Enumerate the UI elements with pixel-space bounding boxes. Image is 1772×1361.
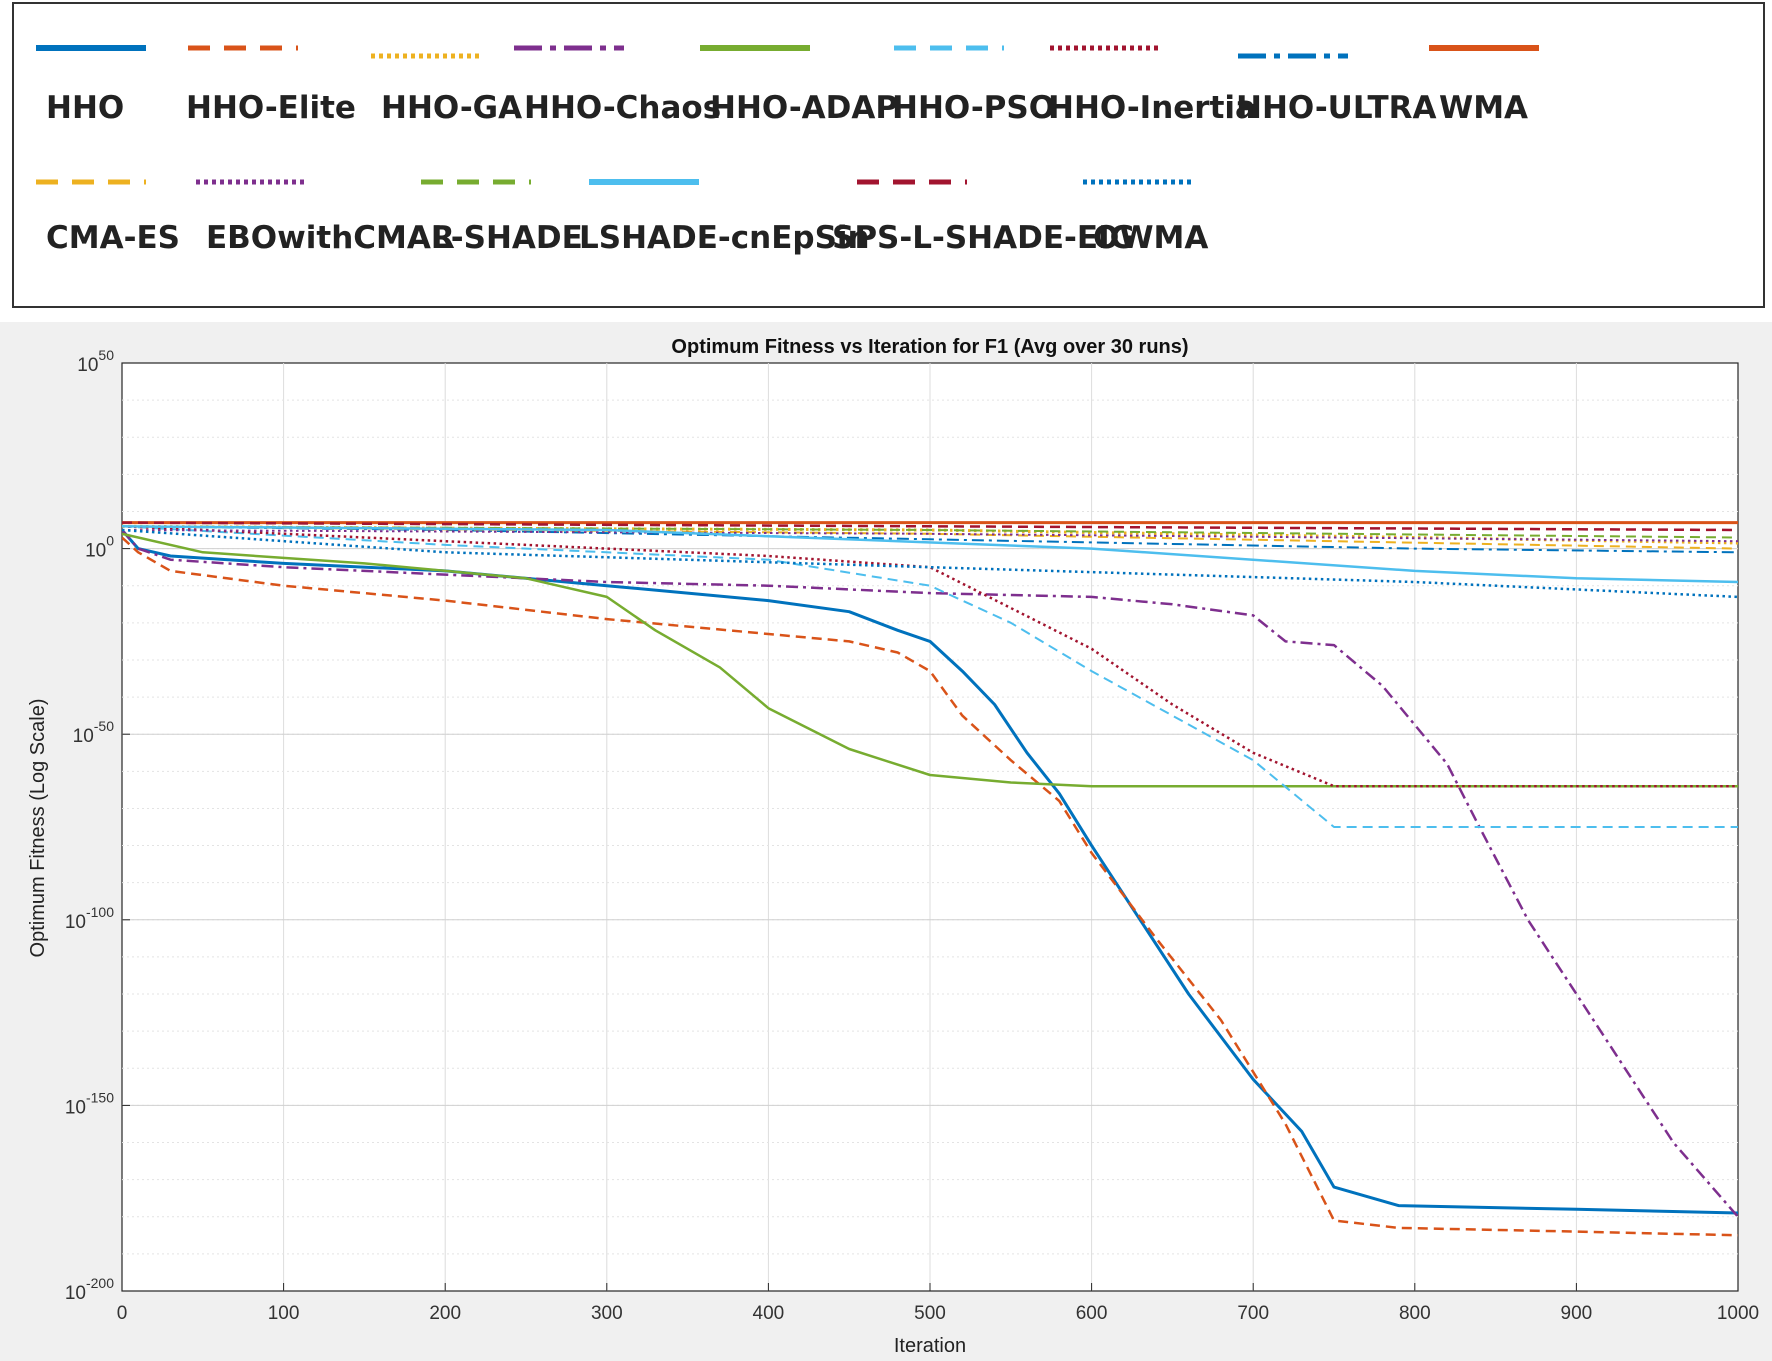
x-tick-label: 400	[753, 1303, 785, 1324]
x-tick-label: 100	[268, 1303, 300, 1324]
y-tick-exponent: -100	[86, 904, 114, 920]
x-tick-label: 0	[117, 1303, 128, 1324]
legend-label: SPS-L-SHADE-EIG	[832, 220, 1136, 256]
x-tick-label: 1000	[1717, 1303, 1759, 1324]
legend-line-sample	[196, 179, 306, 185]
y-tick-exponent: -150	[86, 1089, 114, 1105]
legend-label: LSHADE-cnEpSin	[579, 220, 870, 256]
legend-label: HHO-Inertia	[1048, 90, 1256, 126]
y-tick-exponent: -50	[94, 718, 114, 734]
legend-label: CMA-ES	[46, 220, 180, 256]
y-tick-label: 10-150	[65, 1089, 114, 1118]
legend-line-sample	[700, 45, 810, 51]
x-tick-label: 500	[914, 1303, 946, 1324]
chart-title: Optimum Fitness vs Iteration for F1 (Avg…	[671, 336, 1188, 358]
legend: HHO HHO-Elite HHO-GA HHO-Chaos HHO-ADAP HHO-P…	[12, 2, 1765, 308]
legend-line-sample	[857, 179, 967, 185]
legend-label: HHO-PSO	[892, 90, 1056, 126]
legend-line-sample	[1238, 53, 1348, 59]
legend-line-sample	[514, 45, 624, 51]
y-tick-exponent: -200	[86, 1275, 114, 1291]
legend-label: HHO-ADAP	[710, 90, 899, 126]
legend-line-sample	[1083, 179, 1193, 185]
y-tick-base: 10	[85, 541, 106, 562]
y-tick-base: 10	[65, 1097, 86, 1118]
y-tick-exponent: 50	[98, 347, 114, 363]
x-tick-label: 700	[1237, 1303, 1269, 1324]
legend-label: WMA	[1439, 90, 1529, 126]
y-tick-exponent: 0	[106, 533, 114, 549]
x-axis-title: Iteration	[894, 1335, 966, 1357]
x-tick-label: 200	[429, 1303, 461, 1324]
y-tick-label: 10-50	[73, 718, 115, 747]
legend-label: EBOwithCMAR	[206, 220, 455, 256]
y-axis-title: Optimum Fitness (Log Scale)	[27, 699, 49, 958]
legend-label: L-SHADE	[431, 220, 583, 256]
plot-panel: Optimum Fitness vs Iteration for F1 (Avg…	[0, 322, 1772, 1361]
legend-line-sample	[421, 179, 531, 185]
y-tick-base: 10	[65, 1283, 86, 1304]
legend-label: HHO-Chaos	[524, 90, 722, 126]
legend-label: HHO-Elite	[186, 90, 356, 126]
legend-line-sample	[1429, 45, 1539, 51]
x-tick-label: 600	[1076, 1303, 1108, 1324]
legend-line-sample	[894, 45, 1004, 51]
legend-label: HHO	[46, 90, 125, 126]
legend-line-sample	[36, 179, 146, 185]
y-tick-base: 10	[77, 355, 98, 376]
chart: Optimum Fitness vs Iteration for F1 (Avg…	[27, 336, 1759, 1357]
legend-line-sample	[371, 53, 481, 59]
legend-label: OWMA	[1093, 220, 1209, 256]
legend-label: HHO-GA	[381, 90, 523, 126]
y-tick-base: 10	[73, 726, 94, 747]
x-tick-label: 900	[1561, 1303, 1593, 1324]
legend-line-sample	[188, 45, 298, 51]
legend-line-sample	[589, 179, 699, 185]
y-tick-label: 100	[85, 533, 114, 562]
legend-line-sample	[36, 45, 146, 51]
x-tick-label: 800	[1399, 1303, 1431, 1324]
legend-label: HHO-ULTRA	[1236, 90, 1437, 126]
y-tick-label: 10-200	[65, 1275, 114, 1304]
x-tick-label: 300	[591, 1303, 623, 1324]
y-tick-label: 10-100	[65, 904, 114, 933]
y-tick-label: 1050	[77, 347, 114, 376]
y-tick-base: 10	[65, 912, 86, 933]
legend-line-sample	[1050, 45, 1160, 51]
